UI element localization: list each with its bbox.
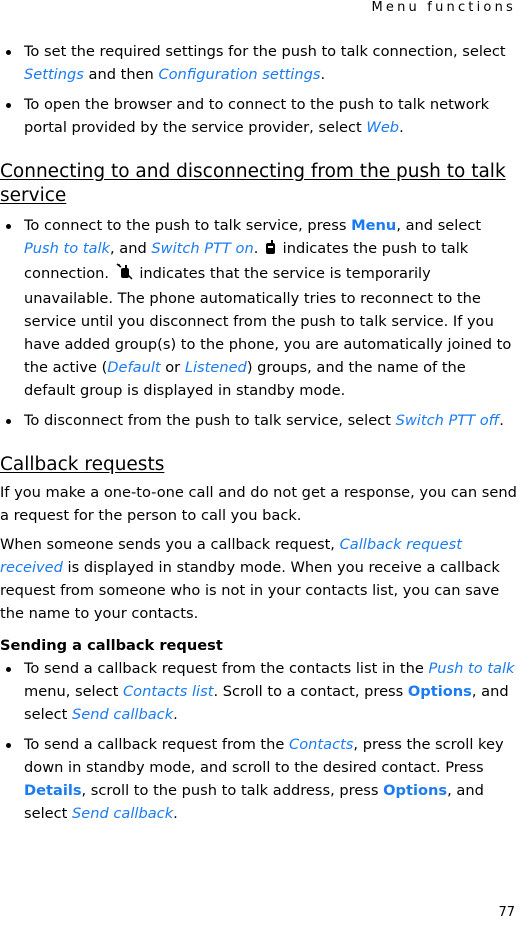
- key-details: Details: [24, 782, 82, 799]
- menu-term-default: Default: [107, 359, 161, 376]
- text: menu, select: [24, 683, 123, 700]
- text: . Scroll to a contact, press: [213, 683, 408, 700]
- text: To send a callback request from the cont…: [24, 660, 429, 677]
- intro-bullets: To set the required settings for the pus…: [0, 40, 519, 139]
- list-item: To open the browser and to connect to th…: [0, 93, 519, 139]
- menu-term-push-to-talk: Push to talk: [428, 660, 515, 677]
- callback-paragraph-1: If you make a one-to-one call and do not…: [0, 484, 517, 524]
- section-heading-callback: Callback requests: [0, 454, 165, 475]
- text: To disconnect from the push to talk serv…: [24, 412, 396, 429]
- page-content: To set the required settings for the pus…: [0, 40, 519, 832]
- text: .: [399, 119, 404, 136]
- key-options: Options: [407, 683, 472, 700]
- text: is displayed in standby mode. When you r…: [0, 559, 500, 622]
- menu-term-send-callback: Send callback: [72, 805, 174, 822]
- text: .: [320, 66, 326, 83]
- text: To send a callback request from the: [24, 736, 290, 753]
- text: To set the required settings for the pus…: [24, 43, 506, 60]
- text: or: [160, 359, 185, 376]
- text: .: [173, 805, 178, 822]
- menu-term-listened: Listened: [184, 359, 247, 376]
- running-header: Menu functions: [371, 0, 516, 15]
- menu-term-send-callback: Send callback: [72, 706, 174, 723]
- text: and then: [83, 66, 159, 83]
- text: .: [499, 412, 504, 429]
- text: To connect to the push to talk service, …: [24, 217, 352, 234]
- subheading-sending-callback: Sending a callback request: [0, 637, 223, 654]
- ptt-connected-icon: [265, 239, 276, 262]
- list-item: To set the required settings for the pus…: [0, 40, 519, 86]
- list-item: To send a callback request from the Cont…: [0, 733, 519, 825]
- text: , scroll to the push to talk address, pr…: [81, 782, 384, 799]
- key-options: Options: [383, 782, 448, 799]
- menu-term-contacts-list: Contacts list: [122, 683, 214, 700]
- list-item: To send a callback request from the cont…: [0, 657, 519, 726]
- text: , and select: [396, 217, 482, 234]
- menu-term-switch-ptt-on: Switch PTT on: [151, 240, 254, 257]
- menu-term-configuration-settings: Configuration settings: [158, 66, 321, 83]
- menu-term-web: Web: [366, 119, 400, 136]
- menu-term-switch-ptt-off: Switch PTT off: [395, 412, 500, 429]
- menu-term-contacts: Contacts: [289, 736, 354, 753]
- callback-bullets: To send a callback request from the cont…: [0, 657, 519, 825]
- section-heading-connecting: Connecting to and disconnecting from the…: [0, 161, 506, 206]
- text: , and: [110, 240, 152, 257]
- connect-bullets: To connect to the push to talk service, …: [0, 214, 519, 432]
- text: To open the browser and to connect to th…: [24, 96, 490, 136]
- menu-term-settings: Settings: [24, 66, 84, 83]
- menu-term-push-to-talk: Push to talk: [24, 240, 111, 257]
- text: .: [173, 706, 178, 723]
- key-menu: Menu: [351, 217, 397, 234]
- ptt-unavailable-icon: [116, 263, 133, 287]
- page-number: 77: [498, 905, 515, 920]
- text: .: [253, 240, 264, 257]
- list-item: To connect to the push to talk service, …: [0, 214, 519, 402]
- callback-paragraph-2: When someone sends you a callback reques…: [0, 533, 519, 625]
- list-item: To disconnect from the push to talk serv…: [0, 409, 519, 432]
- text: When someone sends you a callback reques…: [0, 536, 340, 553]
